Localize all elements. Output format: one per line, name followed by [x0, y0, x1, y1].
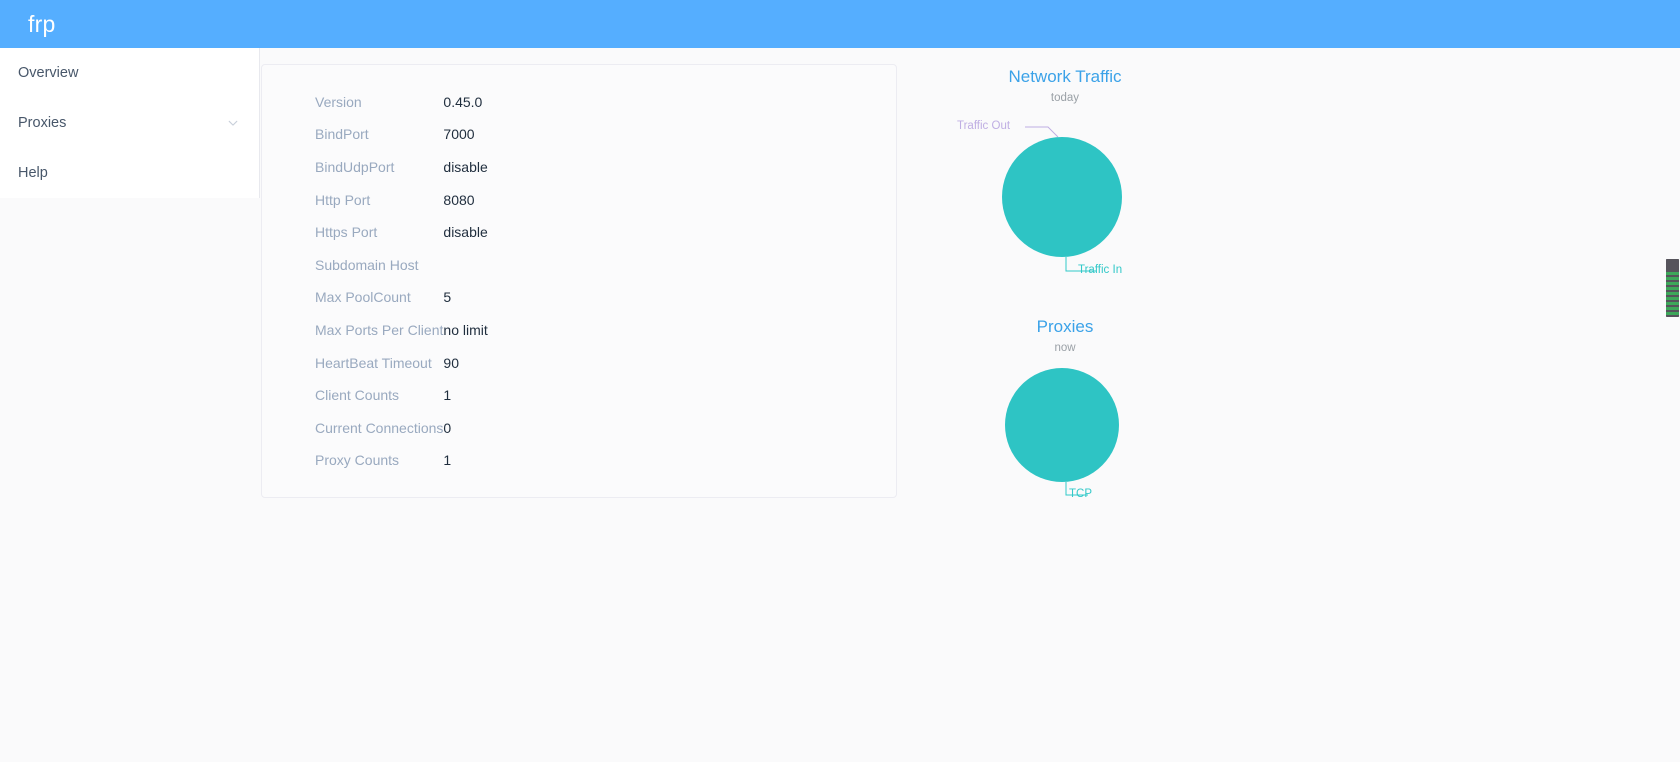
- row-value: 90: [443, 354, 459, 371]
- table-row: Proxy Counts 1: [262, 445, 896, 478]
- vertical-scrollbar-thumb[interactable]: [1666, 259, 1679, 317]
- row-key: BindPort: [315, 126, 369, 143]
- sidebar-item-label: Overview: [18, 65, 79, 81]
- app-brand-title: frp: [28, 10, 56, 37]
- sidebar-item-help[interactable]: Help: [0, 148, 259, 198]
- proxies-chart: Proxies now TCP: [920, 298, 1210, 558]
- table-row: Current Connections 0: [262, 412, 896, 445]
- row-value: disable: [443, 159, 488, 176]
- table-row: Http Port 8080: [262, 184, 896, 217]
- row-key: BindUdpPort: [315, 159, 395, 176]
- table-row: Version 0.45.0: [262, 86, 896, 119]
- charts-column: Network Traffic today Traffic Out Traffi…: [920, 48, 1210, 568]
- table-row: HeartBeat Timeout 90: [262, 347, 896, 380]
- table-row: BindUdpPort disable: [262, 151, 896, 184]
- row-value: 7000: [443, 126, 475, 143]
- app-root: frp Overview Proxies Help Version 0.45.0: [0, 0, 1680, 762]
- row-key: Max Ports Per Client: [315, 322, 444, 339]
- app-header: frp: [0, 0, 1680, 48]
- table-row: Client Counts 1: [262, 379, 896, 412]
- row-value: disable: [443, 224, 488, 241]
- table-row: Max PoolCount 5: [262, 282, 896, 315]
- row-value: 1: [443, 452, 452, 469]
- scrollbar-thumb-bars: [1666, 272, 1679, 317]
- sidebar-item-proxies[interactable]: Proxies: [0, 98, 259, 148]
- table-row: Max Ports Per Client no limit: [262, 314, 896, 347]
- row-key: Proxy Counts: [315, 452, 400, 469]
- row-key: Current Connections: [315, 419, 444, 436]
- proxies-pie-canvas[interactable]: TCP: [920, 355, 1210, 545]
- chart-subtitle: now: [1054, 342, 1076, 354]
- row-key: Client Counts: [315, 387, 400, 404]
- network-traffic-pie-canvas[interactable]: Traffic Out Traffic In: [920, 105, 1210, 285]
- server-info-table: Version 0.45.0 BindPort 7000 BindUdpPort…: [262, 86, 896, 477]
- sidebar-nav: Overview Proxies Help: [0, 48, 260, 198]
- table-row: BindPort 7000: [262, 119, 896, 152]
- row-value: no limit: [443, 322, 488, 339]
- server-info-card: Version 0.45.0 BindPort 7000 BindUdpPort…: [261, 64, 897, 498]
- row-key: Max PoolCount: [315, 289, 411, 306]
- pie-label-traffic-in: Traffic In: [1078, 263, 1123, 276]
- chart-subtitle: today: [1050, 92, 1080, 104]
- chevron-down-icon: [227, 117, 239, 129]
- chart-title: Network Traffic: [1008, 67, 1122, 86]
- table-row: Https Port disable: [262, 216, 896, 249]
- pie-label-traffic-out: Traffic Out: [957, 119, 1011, 132]
- row-key: HeartBeat Timeout: [315, 354, 432, 371]
- network-traffic-chart: Network Traffic today Traffic Out Traffi…: [920, 48, 1210, 298]
- scrollbar-thumb-cap: [1666, 259, 1679, 272]
- row-value: 5: [443, 289, 452, 306]
- row-value: 8080: [443, 191, 475, 208]
- table-row: Subdomain Host: [262, 249, 896, 282]
- row-value: 0: [443, 419, 452, 436]
- row-value: 0.45.0: [443, 93, 483, 110]
- row-key: Version: [315, 93, 362, 110]
- chart-title: Proxies: [1036, 317, 1094, 336]
- row-key: Https Port: [315, 224, 378, 241]
- row-key: Subdomain Host: [315, 256, 419, 273]
- sidebar-item-label: Proxies: [18, 115, 67, 131]
- vertical-scrollbar-track[interactable]: [1665, 48, 1680, 762]
- sidebar-item-label: Help: [18, 165, 48, 181]
- row-value: 1: [443, 387, 452, 404]
- server-info-table-body: Version 0.45.0 BindPort 7000 BindUdpPort…: [262, 86, 896, 477]
- row-value: [443, 249, 896, 282]
- pie-label-tcp: TCP: [1069, 487, 1092, 500]
- row-key: Http Port: [315, 191, 371, 208]
- sidebar-item-overview[interactable]: Overview: [0, 48, 259, 98]
